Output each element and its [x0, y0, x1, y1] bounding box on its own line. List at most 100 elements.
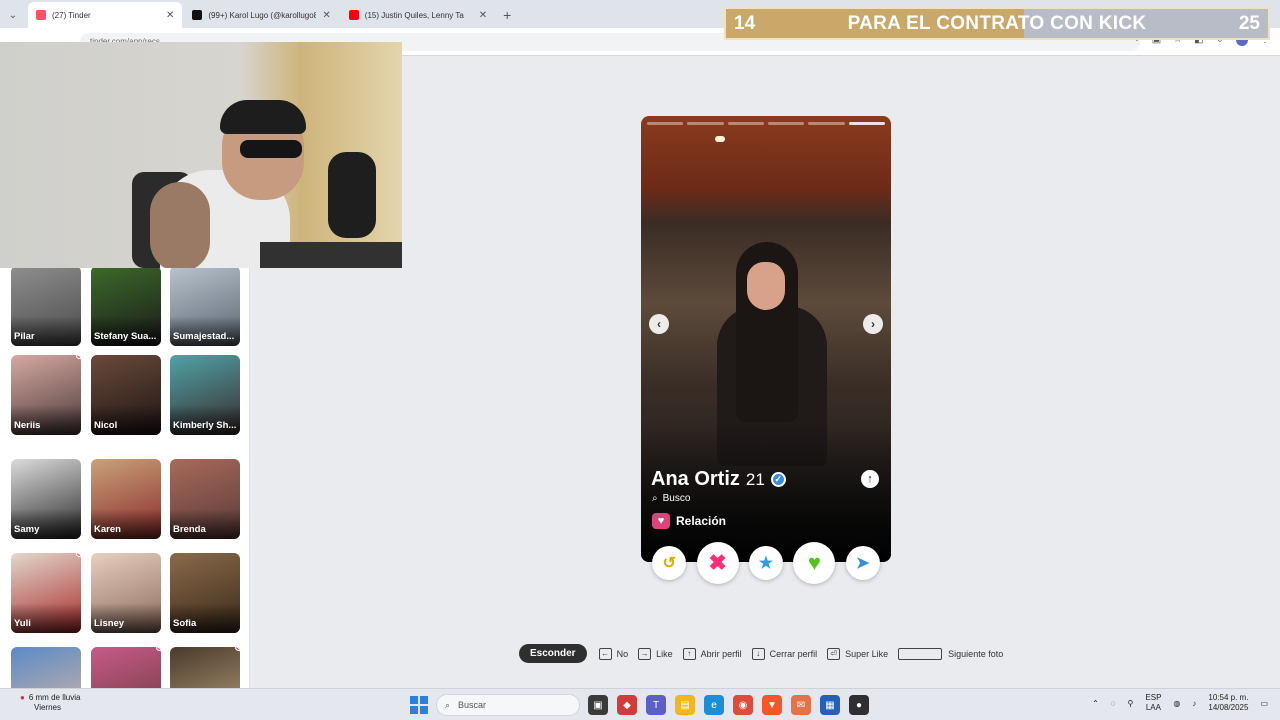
- match-card[interactable]: Karen: [91, 459, 161, 539]
- open-profile-button[interactable]: ↑: [861, 470, 879, 488]
- boost-icon: ➤: [856, 555, 870, 572]
- tab-search-icon[interactable]: ⌄: [0, 10, 26, 28]
- webcam-sunglasses: [240, 140, 302, 158]
- tinder-favicon-icon: [36, 10, 46, 20]
- weather-widget[interactable]: ● 6 mm de lluvia Viernes: [20, 693, 80, 713]
- webcam-microphone: [328, 152, 376, 238]
- new-tab-button[interactable]: +: [503, 7, 511, 28]
- volume-icon[interactable]: ♪: [1192, 699, 1196, 708]
- match-card[interactable]: Samy: [11, 459, 81, 539]
- rewind-button[interactable]: ↺: [652, 546, 687, 580]
- shortcut-label: Siguiente foto: [948, 648, 1004, 659]
- relationship-label: Relación: [676, 514, 727, 528]
- new-match-dot: [156, 647, 161, 651]
- close-tab-icon[interactable]: ✕: [166, 10, 174, 21]
- weather-text: 6 mm de lluvia: [28, 693, 81, 702]
- mail-icon[interactable]: ✉: [791, 695, 811, 715]
- taskbar-search[interactable]: ⌕ Buscar: [436, 694, 580, 716]
- match-card[interactable]: Nicol: [91, 355, 161, 435]
- goal-text: PARA EL CONTRATO CON KICK: [847, 12, 1147, 34]
- action-buttons: ↺ ✖ ★ ♥ ➤: [641, 540, 891, 586]
- clock[interactable]: 10:54 p. m. 14/08/2025: [1208, 693, 1248, 713]
- tab-label: (99+) Karol Lugo (@karollugo8: [208, 10, 317, 20]
- shortcut-item: ↓ Cerrar perfil: [751, 647, 817, 660]
- next-photo-button[interactable]: ›: [863, 314, 883, 334]
- photo-progress-bar[interactable]: [808, 122, 845, 125]
- close-tab-icon[interactable]: ✕: [322, 10, 330, 21]
- key-icon: ⏎: [827, 647, 841, 660]
- profile-card[interactable]: ‹ › Ana Ortiz 21 ✓ ↑ ⌕ Busco ♥ Relación: [641, 116, 891, 562]
- matches-sidebar: Pilar Stefany Sua... Sumajestad... Neriis Ni…: [0, 268, 250, 688]
- webcam-person-arm: [150, 182, 210, 268]
- match-card[interactable]: [91, 647, 161, 688]
- photo-progress-bar[interactable]: [647, 122, 684, 125]
- ceiling-lamp: [715, 136, 725, 142]
- match-card[interactable]: Neriis: [11, 355, 81, 435]
- profile-name-row: Ana Ortiz 21 ✓: [651, 468, 786, 491]
- tab-tinder[interactable]: (27) Tinder ✕: [28, 2, 183, 28]
- shortcut-label: Like: [656, 648, 673, 659]
- shortcut-item: ⏎ Super Like: [827, 647, 888, 660]
- match-name: Lisney: [94, 618, 125, 629]
- hide-shortcuts-button[interactable]: Esconder: [519, 644, 587, 663]
- photo-progress-bar[interactable]: [687, 122, 724, 125]
- store-icon[interactable]: ▦: [820, 695, 840, 715]
- file-explorer-icon[interactable]: ▤: [675, 695, 695, 715]
- stream-goal-banner: 14 PARA EL CONTRATO CON KICK 25: [724, 7, 1270, 40]
- match-card[interactable]: Sumajestad...: [170, 268, 240, 346]
- tab-youtube[interactable]: (15) Justin Quiles, Lenny Ta ✕: [341, 2, 495, 28]
- mic-icon[interactable]: ⚲: [1128, 699, 1134, 708]
- profile-age: 21: [745, 470, 765, 489]
- chevron-up-icon[interactable]: ⌃: [1092, 699, 1099, 708]
- keyboard-shortcuts-bar: Esconder ← No → Like ↑ Abrir perfil ↓ Cerrar pe…: [519, 644, 1013, 663]
- match-card[interactable]: Sofia: [170, 553, 240, 633]
- language-indicator[interactable]: ESP LAA: [1145, 693, 1161, 713]
- looking-for-row: ⌕ Busco: [652, 493, 690, 504]
- super-like-icon: ★: [758, 555, 774, 572]
- shortcut-label: No: [616, 648, 629, 659]
- match-card[interactable]: Yuli: [11, 553, 81, 633]
- match-card[interactable]: [11, 647, 81, 688]
- match-card[interactable]: Pilar: [11, 268, 81, 346]
- new-match-dot: [76, 553, 81, 557]
- goal-target: 25: [1238, 12, 1260, 34]
- network-icon[interactable]: ◍: [1173, 699, 1180, 708]
- weather-day: Viernes: [34, 703, 61, 712]
- nope-icon: ✖: [708, 550, 727, 575]
- like-icon: ♥: [807, 550, 821, 575]
- match-name: Nicol: [94, 420, 118, 431]
- windows-taskbar: ● 6 mm de lluvia Viernes ⌕ Buscar ▣ ◆ T ▤…: [0, 688, 1280, 720]
- brave-icon[interactable]: ▼: [762, 695, 782, 715]
- match-card[interactable]: [170, 647, 240, 688]
- edge-icon[interactable]: e: [704, 695, 724, 715]
- task-view-icon[interactable]: ▣: [588, 695, 608, 715]
- match-card[interactable]: Kimberly Sh...: [170, 355, 240, 435]
- close-tab-icon[interactable]: ✕: [479, 10, 487, 21]
- photo-progress-bar[interactable]: [848, 122, 885, 125]
- previous-photo-button[interactable]: ‹: [649, 314, 669, 334]
- photo-progress-bar[interactable]: [767, 122, 805, 125]
- obs-icon[interactable]: ●: [849, 695, 869, 715]
- match-card[interactable]: Lisney: [91, 553, 161, 633]
- nope-button[interactable]: ✖: [696, 542, 739, 584]
- search-icon: ⌕: [652, 493, 658, 504]
- like-button[interactable]: ♥: [793, 542, 836, 584]
- app-red-icon[interactable]: ◆: [617, 695, 637, 715]
- boost-button[interactable]: ➤: [845, 546, 880, 580]
- super-like-button[interactable]: ★: [748, 546, 783, 580]
- match-card[interactable]: Stefany Sua...: [91, 268, 161, 346]
- chrome-icon[interactable]: ◉: [733, 695, 753, 715]
- photo-progress-bar[interactable]: [727, 122, 764, 125]
- relationship-goal: ♥ Relación: [652, 513, 726, 529]
- tab-karol-lugo[interactable]: (99+) Karol Lugo (@karollugo8 ✕: [184, 2, 338, 28]
- match-card[interactable]: Brenda: [170, 459, 240, 539]
- match-name: Pilar: [14, 331, 35, 342]
- taskbar-apps: ▣ ◆ T ▤ e ◉ ▼ ✉ ▦ ●: [588, 695, 869, 715]
- tray-app-icon[interactable]: ◌: [1111, 699, 1116, 708]
- tab-label: (27) Tinder: [52, 10, 91, 20]
- verified-badge-icon: ✓: [770, 472, 786, 487]
- windows-start-icon[interactable]: [410, 696, 428, 714]
- notifications-icon[interactable]: ▭: [1260, 699, 1268, 708]
- teams-icon[interactable]: T: [646, 695, 666, 715]
- profile-name: Ana Ortiz: [651, 468, 740, 490]
